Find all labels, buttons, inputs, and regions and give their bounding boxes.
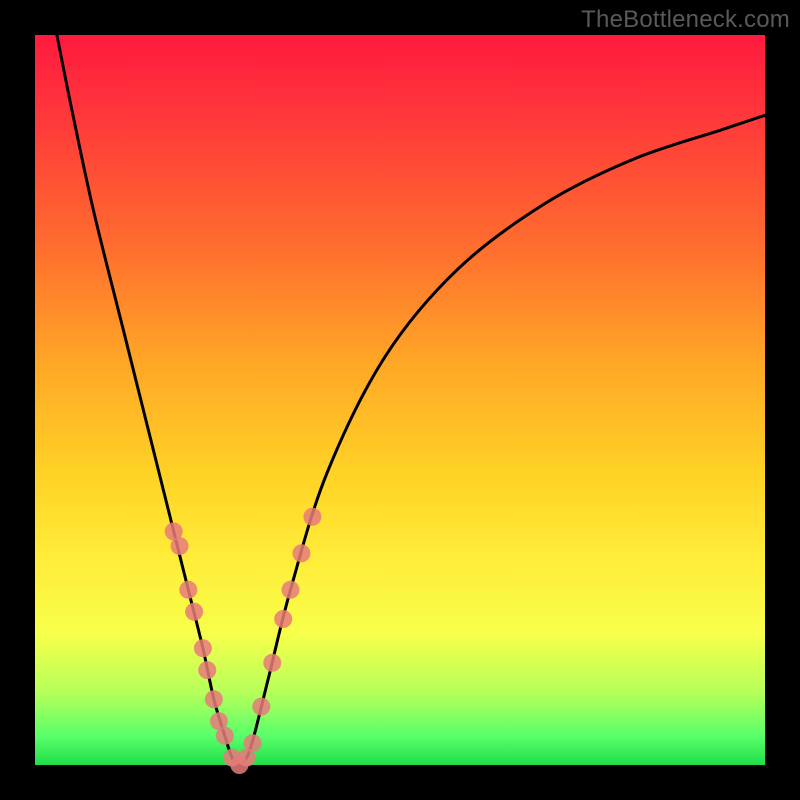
sample-dot (171, 537, 189, 555)
bottleneck-curve-path (57, 35, 765, 765)
watermark-text: TheBottleneck.com (581, 6, 790, 34)
sample-dot (263, 654, 281, 672)
outer-frame: TheBottleneck.com (0, 0, 800, 800)
sample-dot (292, 544, 310, 562)
sample-dot (205, 690, 223, 708)
plot-area (35, 35, 765, 765)
sample-dot (303, 508, 321, 526)
sample-dot (179, 581, 197, 599)
chart-svg (35, 35, 765, 765)
sample-dot (252, 698, 270, 716)
sample-dot (274, 610, 292, 628)
sample-dot (198, 661, 216, 679)
sample-dot (185, 603, 203, 621)
sample-dot (216, 727, 234, 745)
sample-dot (282, 581, 300, 599)
sample-dot (244, 734, 262, 752)
sample-dot (194, 639, 212, 657)
dots-group (165, 508, 322, 774)
